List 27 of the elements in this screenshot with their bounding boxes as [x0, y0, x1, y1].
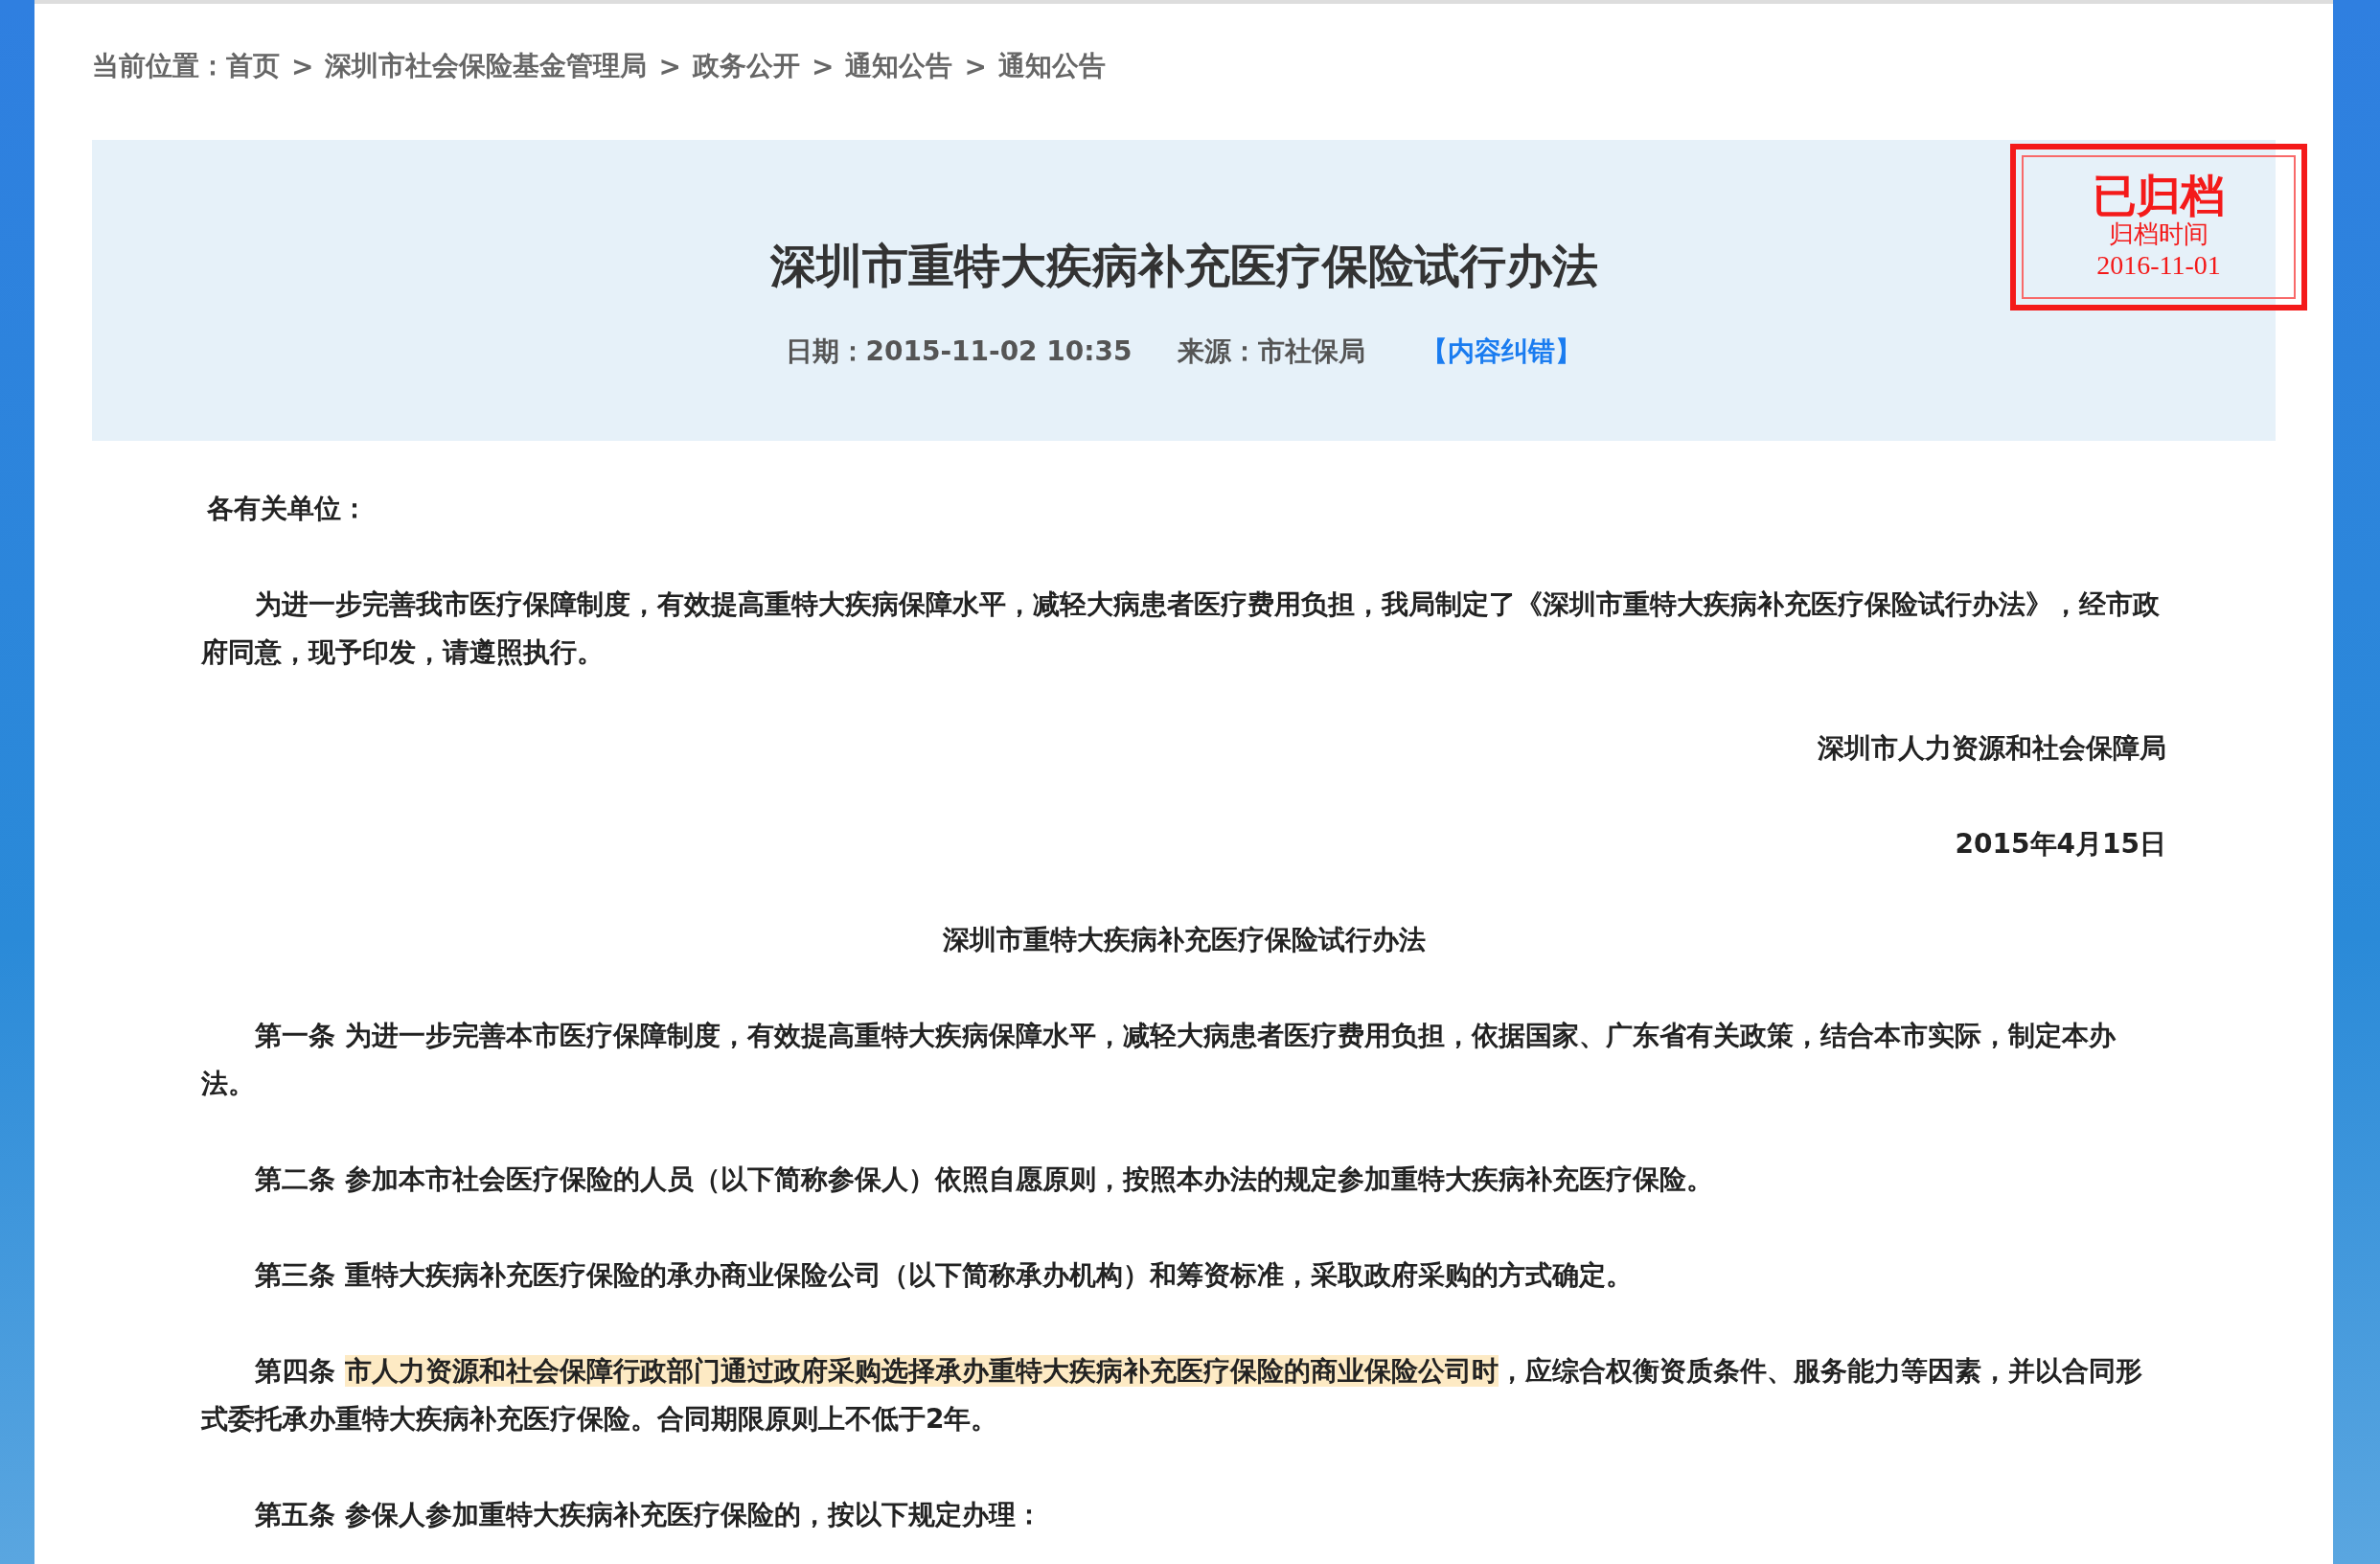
paragraph-text: 第三条 重特大疾病补充医疗保险的承办商业保险公司（以下简称承办机构）和筹资标准，采取政府采购的方式确定。	[254, 1258, 1634, 1293]
breadcrumb-link[interactable]: 政务公开	[692, 48, 800, 84]
paragraph-text: 为进一步完善我市医疗保障制度，有效提高重特大疾病保障水平，减轻大病患者医疗费用负担，我局制定了《深圳市重特大疾病补充医疗保险试行办法》，经市政府同意，现予印发，请遵照执行。	[201, 587, 2161, 670]
paragraph-text: 第一条 为进一步完善本市医疗保障制度，有效提高重特大疾病保障水平，减轻大病患者医疗费用负担，依据国家、广东省有关政策，结合本市实际，制定本办法。	[201, 1019, 2117, 1101]
paragraph-text: 第二条 参加本市社会医疗保险的人员（以下简称参保人）依照自愿原则，按照本办法的规定参加重特大疾病补充医疗保险。	[254, 1162, 1714, 1197]
breadcrumb-separator: >	[291, 50, 314, 82]
breadcrumb-link[interactable]: 通知公告	[845, 48, 953, 84]
salutation-text: 各有关单位：	[206, 492, 369, 526]
breadcrumb-link[interactable]: 首页	[226, 48, 280, 84]
paragraph-text: 第四条 市人力资源和社会保障行政部门通过政府采购选择承办重特大疾病补充医疗保险的商业保险公司时，应综合权衡资质条件、服务能力等因素，并以合同形式委托承办重特大疾病补充医疗保险。合同期限原则上不低于2年。	[201, 1354, 2143, 1437]
correction-link[interactable]: 【内容纠错】	[1421, 334, 1583, 370]
breadcrumb-label: 当前位置：	[92, 49, 226, 83]
stamp-title: 已归档	[2093, 172, 2225, 219]
breadcrumb-separator: >	[811, 50, 835, 82]
breadcrumb-separator: >	[964, 50, 987, 82]
date-text: 日期：2015-11-02 10:35	[785, 334, 1133, 369]
document-heading: 深圳市重特大疾病补充医疗保险试行办法	[941, 923, 1427, 957]
signature-text: 2015年4月15日	[1954, 827, 2166, 862]
paragraph-text: 第五条 参保人参加重特大疾病补充医疗保险的，按以下规定办理：	[254, 1498, 1043, 1532]
signature-text: 深圳市人力资源和社会保障局	[1817, 731, 2166, 766]
page-title: 深圳市重特大疾病补充医疗保险试行办法	[769, 238, 1598, 294]
breadcrumb-separator: >	[658, 50, 681, 82]
source-text: 来源：市社保局	[1178, 334, 1366, 369]
stamp-date: 2016-11-01	[2096, 248, 2221, 282]
stamp-label: 归档时间	[2109, 218, 2208, 249]
breadcrumb-link[interactable]: 深圳市社会保险基金管理局	[325, 48, 648, 84]
breadcrumb-link[interactable]: 通知公告	[997, 48, 1106, 84]
